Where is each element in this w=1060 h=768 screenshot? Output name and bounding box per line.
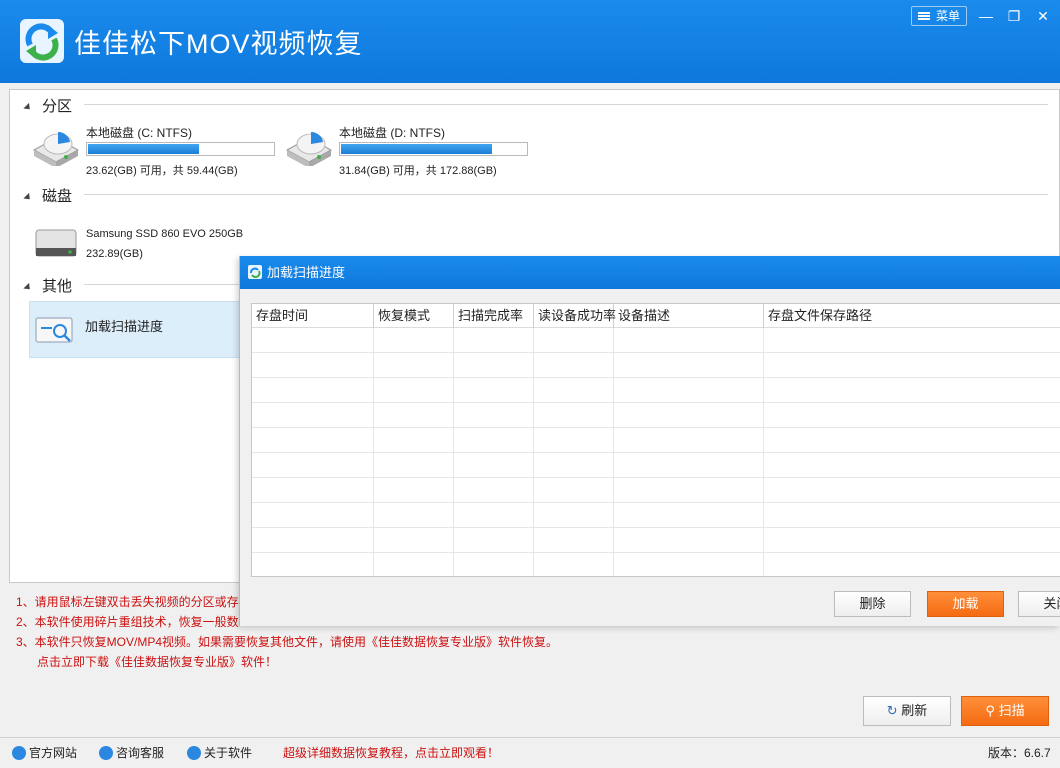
disk-name: Samsung SSD 860 EVO 250GB — [86, 228, 244, 240]
partition-name: 本地磁盘 (D: NTFS) — [339, 126, 445, 140]
chat-icon — [99, 746, 113, 760]
tutorial-promo-link[interactable]: 超级详细数据恢复教程，点击立即观看！ — [283, 744, 499, 761]
table-row — [252, 403, 1060, 428]
refresh-button[interactable]: ↻ 刷新 — [863, 696, 951, 726]
about-link[interactable]: 关于软件 — [187, 744, 252, 761]
hard-drive-icon — [32, 131, 80, 166]
column-header[interactable]: 存盘文件保存路径 — [764, 304, 1060, 328]
app-logo-icon — [20, 19, 64, 63]
section-other-header[interactable]: 其他 — [23, 275, 72, 296]
section-divider — [84, 194, 1048, 195]
load-progress-icon — [35, 317, 73, 343]
other-item-label: 加载扫描进度 — [85, 319, 164, 334]
footer: 官方网站 咨询客服 关于软件 超级详细数据恢复教程，点击立即观看！ 版本：6.6… — [0, 738, 1060, 768]
collapse-triangle-icon — [23, 192, 33, 202]
dialog-title: 加载扫描进度 — [267, 265, 346, 280]
load-scan-progress-dialog: 加载扫描进度 存盘时间 恢复模式 扫描完成率 读设备成功率 设备描述 存盘文件保… — [239, 256, 1060, 626]
partition-info: 23.62(GB) 可用，共 59.44(GB) — [86, 165, 238, 177]
section-partition-header[interactable]: 分区 — [23, 95, 72, 116]
disk-size: 232.89(GB) — [86, 248, 143, 260]
dialog-body: 存盘时间 恢复模式 扫描完成率 读设备成功率 设备描述 存盘文件保存路径 删除 … — [240, 289, 1060, 626]
partition-c[interactable]: 本地磁盘 (C: NTFS) 23.62(GB) 可用，共 59.44(GB) — [32, 124, 282, 179]
disk-samsung-ssd[interactable]: Samsung SSD 860 EVO 250GB 232.89(GB) — [32, 226, 247, 266]
table-row — [252, 353, 1060, 378]
tip-line: 3、本软件只恢复MOV/MP4视频。如果需要恢复其他文件，请使用《佳佳数据恢复专… — [16, 635, 559, 649]
website-link[interactable]: 官方网站 — [12, 744, 77, 761]
app-logo-icon — [248, 265, 262, 279]
dialog-title-bar[interactable]: 加载扫描进度 — [240, 256, 1060, 289]
scan-progress-table[interactable]: 存盘时间 恢复模式 扫描完成率 读设备成功率 设备描述 存盘文件保存路径 — [251, 303, 1060, 577]
support-link[interactable]: 咨询客服 — [99, 744, 164, 761]
table-header: 存盘时间 恢复模式 扫描完成率 读设备成功率 设备描述 存盘文件保存路径 — [252, 304, 1060, 328]
menu-icon — [918, 12, 930, 20]
table-row — [252, 378, 1060, 403]
info-icon — [187, 746, 201, 760]
collapse-triangle-icon — [23, 282, 33, 292]
table-row — [252, 503, 1060, 528]
home-icon — [12, 746, 26, 760]
column-header[interactable]: 恢复模式 — [374, 304, 454, 328]
column-header[interactable]: 存盘时间 — [252, 304, 374, 328]
restore-button[interactable]: ❐ — [1002, 6, 1026, 26]
column-header[interactable]: 读设备成功率 — [534, 304, 616, 328]
column-header[interactable]: 扫描完成率 — [454, 304, 534, 328]
partition-name: 本地磁盘 (C: NTFS) — [86, 126, 192, 140]
partition-info: 31.84(GB) 可用，共 172.88(GB) — [339, 165, 497, 177]
section-divider — [84, 104, 1048, 105]
column-header[interactable]: 设备描述 — [614, 304, 764, 328]
menu-label: 菜单 — [935, 9, 960, 23]
close-window-button[interactable]: ✕ — [1031, 6, 1055, 26]
collapse-triangle-icon — [23, 102, 33, 112]
refresh-icon: ↻ — [886, 703, 898, 718]
close-button-clip: 关闭 — [1018, 591, 1060, 617]
title-bar: 佳佳松下MOV视频恢复 菜单 — ❐ ✕ — [0, 0, 1060, 83]
usage-bar-fill — [88, 144, 199, 154]
section-disk-header[interactable]: 磁盘 — [23, 185, 72, 206]
download-link[interactable]: 点击立即下载《佳佳数据恢复专业版》软件！ — [16, 652, 558, 672]
usage-bar — [86, 142, 275, 156]
table-row — [252, 528, 1060, 553]
table-row — [252, 428, 1060, 453]
delete-button[interactable]: 删除 — [834, 591, 911, 617]
hard-drive-icon — [285, 131, 333, 166]
app-title: 佳佳松下MOV视频恢复 — [74, 29, 363, 59]
version-label: 版本：6.6.7 — [988, 746, 1051, 760]
table-row — [252, 478, 1060, 503]
partition-d[interactable]: 本地磁盘 (D: NTFS) 31.84(GB) 可用，共 172.88(GB) — [285, 124, 535, 179]
load-button[interactable]: 加载 — [927, 591, 1004, 617]
scan-button[interactable]: ⚲ 扫描 — [961, 696, 1049, 726]
usage-bar-fill — [341, 144, 492, 154]
close-button[interactable]: 关闭 — [1018, 591, 1060, 617]
table-row — [252, 453, 1060, 478]
usage-bar — [339, 142, 528, 156]
minimize-button[interactable]: — — [974, 6, 998, 26]
menu-button[interactable]: 菜单 — [911, 6, 967, 26]
section-divider — [84, 284, 244, 285]
load-scan-progress-item[interactable]: 加载扫描进度 — [29, 301, 244, 358]
ssd-drive-icon — [35, 229, 77, 257]
search-icon: ⚲ — [985, 703, 995, 718]
table-row — [252, 328, 1060, 353]
